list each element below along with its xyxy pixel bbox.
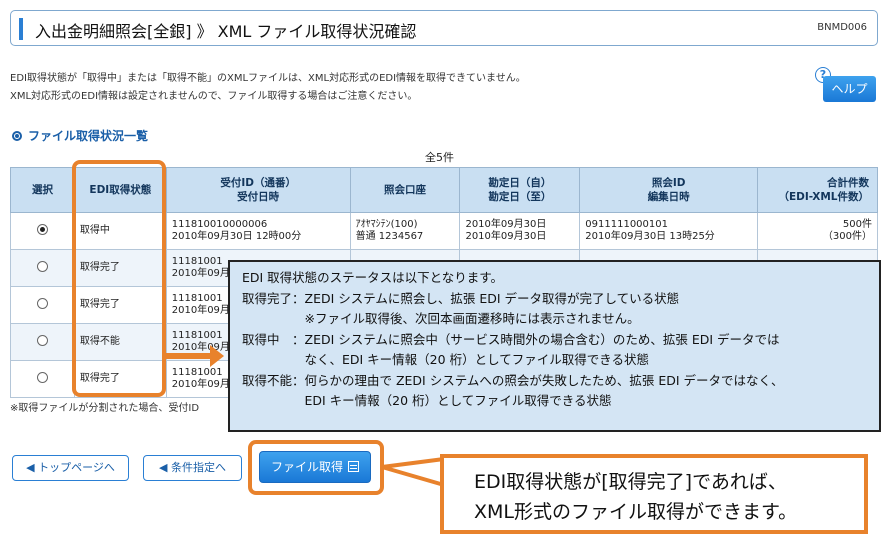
- highlight-arrow-shaft: [166, 353, 212, 359]
- record-count: 全5件: [425, 151, 454, 164]
- edited-datetime: 2010年09月30日 13時25分: [585, 231, 715, 242]
- receipt-datetime: 2010年09月: [171, 305, 230, 316]
- period-from: 2010年09月30日: [465, 219, 547, 230]
- top-page-button[interactable]: ◀ トップページへ: [12, 455, 129, 481]
- receipt-id: 11181001: [171, 330, 223, 341]
- popup-line-5: なく、EDI キー情報（20 桁）としてファイル取得できる状態: [242, 352, 649, 367]
- notice-line-2: XML対応形式のEDI情報は設定されませんので、ファイル取得する場合はご注意くだ…: [10, 91, 418, 102]
- total-count: 500件: [842, 219, 872, 230]
- status-column-highlight: [72, 160, 166, 397]
- header-edi-count: （EDI-XML件数）: [778, 191, 869, 203]
- header-total-count: 合計件数: [827, 177, 869, 189]
- main-frame: 入出金明細照会[全銀] 》 XML ファイル取得状況確認 BNMD006 EDI…: [0, 0, 890, 500]
- row-radio[interactable]: [36, 223, 48, 235]
- header-inquiry-id: 照会ID: [651, 177, 686, 189]
- select-cell[interactable]: [10, 286, 75, 324]
- callout-box: EDI取得状態が[取得完了]であれば、 XML形式のファイル取得ができます。: [440, 454, 868, 534]
- popup-line-3: ※ファイル取得後、次回本画面遷移時には表示されません。: [242, 311, 640, 326]
- period-to: 2010年09月30日: [465, 231, 547, 242]
- row-radio[interactable]: [36, 371, 48, 383]
- popup-line-7: EDI キー情報（20 桁）としてファイル取得できる状態: [242, 393, 612, 408]
- header-total: 合計件数 （EDI-XML件数）: [757, 167, 878, 213]
- popup-line-2: 取得完了：ZEDI システムに照会し、拡張 EDI データ取得が完了している状態: [242, 290, 680, 306]
- receipt-id: 11181001: [171, 367, 223, 378]
- select-cell[interactable]: [10, 323, 75, 361]
- status-explanation-popup: EDI 取得状態のステータスは以下となります。 取得完了：ZEDI システムに照…: [228, 260, 881, 432]
- account-number: 普通 1234567: [355, 231, 424, 242]
- select-cell[interactable]: [10, 212, 75, 250]
- select-cell[interactable]: [10, 249, 75, 287]
- get-file-button[interactable]: ファイル取得: [259, 451, 371, 483]
- total-cell: 500件 （300件）: [757, 212, 878, 250]
- receipt-id: 11181001: [171, 293, 223, 304]
- popup-line-6: 取得不能：何らかの理由で ZEDI システムへの照会が失敗したため、拡張 EDI…: [242, 372, 784, 388]
- section-title-label: ファイル取得状況一覧: [28, 129, 149, 143]
- screen-code: BNMD006: [817, 22, 867, 33]
- notice-line-1: EDI取得状態が「取得中」または「取得不能」のXMLファイルは、XML対応形式の…: [10, 73, 526, 84]
- help-button[interactable]: ヘルプ: [823, 76, 876, 102]
- callout-line-2: XML形式のファイル取得ができます。: [474, 501, 798, 523]
- get-file-label[interactable]: ファイル取得: [271, 460, 343, 474]
- section-bullet-icon: [12, 131, 22, 141]
- account-branch: ｱｵﾔﾏｼﾃﾝ(100): [355, 219, 418, 230]
- edi-count: （300件）: [822, 231, 872, 242]
- row-radio[interactable]: [36, 297, 48, 309]
- condition-button[interactable]: ◀ 条件指定へ: [143, 455, 242, 481]
- row-radio[interactable]: [36, 260, 48, 272]
- title-bar: 入出金明細照会[全銀] 》 XML ファイル取得状況確認 BNMD006: [10, 10, 878, 46]
- header-period: 勘定日（自） 勘定日（至）: [459, 167, 581, 213]
- receipt-cell: 111810010000006 2010年09月30日 12時00分: [165, 212, 351, 250]
- popup-line-1: EDI 取得状態のステータスは以下となります。: [242, 270, 504, 285]
- highlight-arrow-head-icon: [210, 345, 224, 367]
- receipt-id: 11181001: [171, 256, 223, 267]
- page-title: 入出金明細照会[全銀] 》 XML ファイル取得状況確認: [35, 22, 417, 41]
- header-account: 照会口座: [349, 167, 461, 213]
- header-inquiry: 照会ID 編集日時: [579, 167, 759, 213]
- row-radio[interactable]: [36, 334, 48, 346]
- table-footnote: ※取得ファイルが分割された場合、受付ID: [10, 403, 200, 414]
- header-select: 選択: [10, 167, 75, 213]
- receipt-datetime: 2010年09月: [171, 379, 230, 390]
- select-cell[interactable]: [10, 360, 75, 398]
- callout-line-1: EDI取得状態が[取得完了]であれば、: [474, 471, 787, 493]
- header-receipt: 受付ID（通番） 受付日時: [165, 167, 351, 213]
- receipt-datetime: 2010年09月: [171, 268, 230, 279]
- list-icon: [348, 461, 359, 472]
- section-title: ファイル取得状況一覧: [12, 127, 148, 144]
- account-cell: ｱｵﾔﾏｼﾃﾝ(100) 普通 1234567: [349, 212, 461, 250]
- header-receipt-date: 受付日時: [237, 191, 280, 203]
- inquiry-cell: 0911111000101 2010年09月30日 13時25分: [579, 212, 759, 250]
- title-accent: [19, 18, 23, 40]
- header-period-from: 勘定日（自）: [488, 177, 552, 189]
- period-cell: 2010年09月30日 2010年09月30日: [459, 212, 581, 250]
- inquiry-id: 0911111000101: [585, 219, 668, 230]
- receipt-datetime: 2010年09月30日 12時00分: [171, 231, 302, 242]
- popup-line-4: 取得中 ：ZEDI システムに照会中（サービス時間外の場合含む）のため、拡張 E…: [242, 331, 780, 347]
- header-receipt-id: 受付ID（通番）: [220, 177, 296, 189]
- header-period-to: 勘定日（至）: [488, 191, 552, 203]
- receipt-id: 111810010000006: [171, 219, 268, 230]
- header-edited-date: 編集日時: [647, 191, 690, 203]
